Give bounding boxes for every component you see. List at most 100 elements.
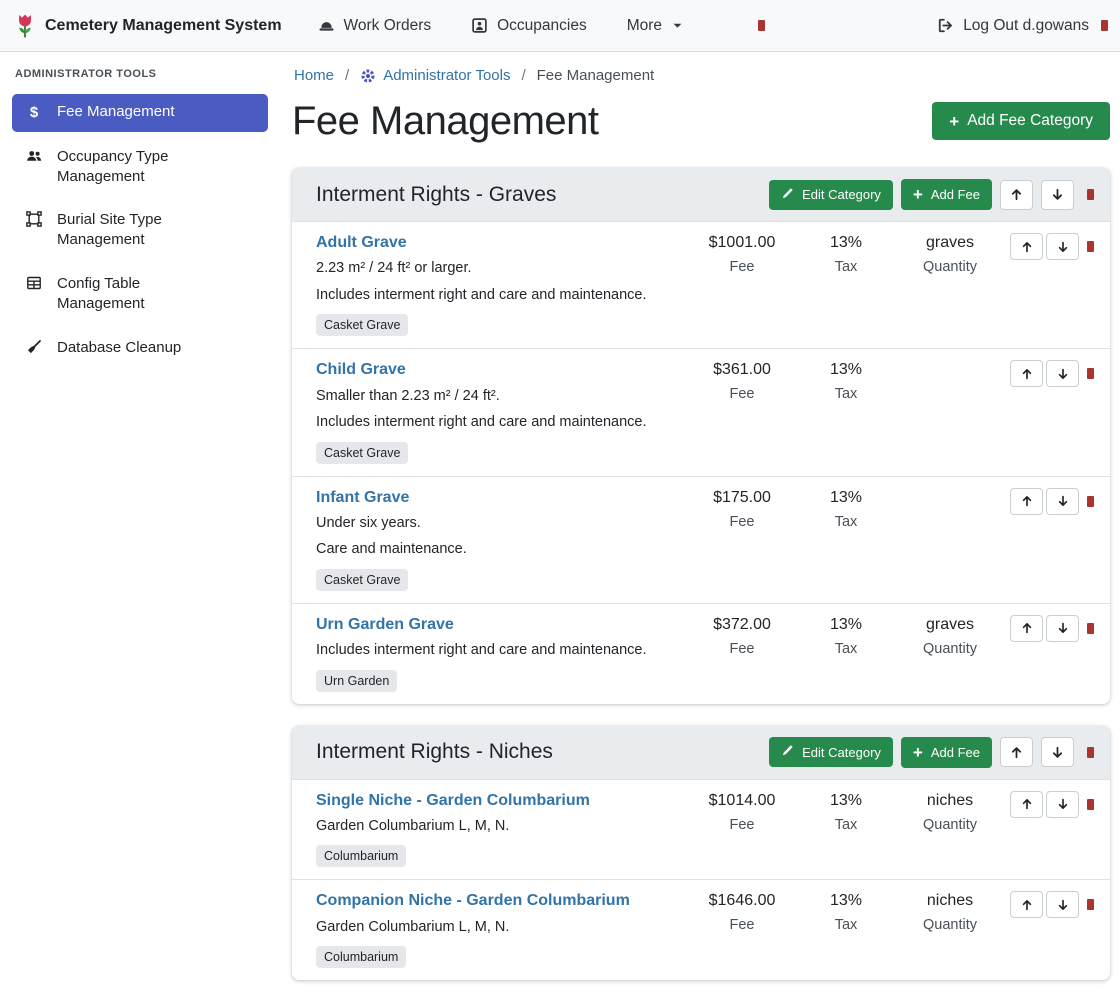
arrow-down-icon	[1056, 494, 1070, 508]
plus-icon: +	[949, 113, 959, 130]
move-fee-down-button[interactable]	[1046, 233, 1079, 260]
dollar-icon: $	[24, 103, 44, 123]
red-marker	[1087, 899, 1094, 910]
move-fee-up-button[interactable]	[1010, 360, 1043, 387]
move-fee-down-button[interactable]	[1046, 488, 1079, 515]
quantity-value: niches	[898, 892, 1002, 910]
plus-icon: +	[913, 744, 923, 761]
breadcrumb-admin-tools-link[interactable]: Administrator Tools	[360, 67, 510, 84]
tax-column: 13% Tax	[794, 488, 898, 530]
edit-category-button[interactable]: Edit Category	[769, 737, 893, 767]
move-category-down-button[interactable]	[1041, 737, 1074, 767]
sidebar-item-label: Burial Site Type Management	[57, 210, 224, 250]
sidebar: ADMINISTRATOR TOOLS $ Fee Management Occ…	[0, 52, 280, 373]
fee-description: Includes interment right and care and ma…	[316, 413, 690, 433]
sidebar-item-burial-site-type-management[interactable]: Burial Site Type Management	[12, 202, 268, 259]
fee-label: Fee	[690, 386, 794, 402]
fee-row: Adult Grave 2.23 m² / 24 ft² or larger. …	[292, 221, 1110, 348]
fee-column: $361.00 Fee	[690, 360, 794, 402]
broom-icon	[24, 339, 44, 355]
move-fee-up-button[interactable]	[1010, 233, 1043, 260]
arrow-up-icon	[1020, 240, 1034, 254]
navbar: Cemetery Management System Work Orders O…	[0, 0, 1120, 52]
category-header-actions: Edit Category + Add Fee	[769, 179, 1094, 210]
fee-label: Fee	[690, 514, 794, 530]
fee-info: Urn Garden Grave Includes interment righ…	[316, 615, 690, 692]
fee-amount: $361.00	[690, 361, 794, 379]
add-fee-label: Add Fee	[931, 745, 980, 760]
tax-value: 13%	[794, 792, 898, 810]
fee-name-link[interactable]: Infant Grave	[316, 488, 409, 507]
category-card: Interment Rights - Niches Edit Category …	[292, 726, 1110, 981]
nav-item-more[interactable]: More	[627, 17, 684, 35]
sidebar-item-label: Config Table Management	[57, 274, 224, 314]
move-fee-down-button[interactable]	[1046, 615, 1079, 642]
add-fee-button[interactable]: + Add Fee	[901, 179, 992, 210]
nav-item-work-orders[interactable]: Work Orders	[318, 17, 432, 35]
tulip-logo-icon	[14, 12, 36, 39]
fee-name-link[interactable]: Single Niche - Garden Columbarium	[316, 791, 590, 810]
breadcrumb-home-link[interactable]: Home	[294, 67, 334, 84]
move-fee-down-button[interactable]	[1046, 360, 1079, 387]
arrow-up-icon	[1020, 797, 1034, 811]
plus-icon: +	[913, 186, 923, 203]
tax-value: 13%	[794, 489, 898, 507]
brand[interactable]: Cemetery Management System	[14, 12, 282, 39]
page-title: Fee Management	[292, 98, 599, 144]
quantity-column: niches Quantity	[898, 791, 1002, 833]
fee-info: Child Grave Smaller than 2.23 m² / 24 ft…	[316, 360, 690, 463]
move-fee-up-button[interactable]	[1010, 488, 1043, 515]
move-category-up-button[interactable]	[1000, 737, 1033, 767]
arrow-down-icon	[1056, 367, 1070, 381]
fee-name-link[interactable]: Companion Niche - Garden Columbarium	[316, 891, 630, 910]
sidebar-item-config-table-management[interactable]: Config Table Management	[12, 266, 268, 323]
add-fee-button[interactable]: + Add Fee	[901, 737, 992, 768]
brand-title: Cemetery Management System	[45, 17, 282, 35]
fee-row-actions	[1002, 891, 1094, 918]
fee-name-link[interactable]: Child Grave	[316, 360, 406, 379]
tax-value: 13%	[794, 892, 898, 910]
arrow-up-icon	[1009, 745, 1024, 760]
logout-link[interactable]: Log Out d.gowans	[937, 17, 1089, 35]
arrow-up-icon	[1009, 187, 1024, 202]
quantity-label: Quantity	[898, 917, 1002, 933]
fee-row-actions	[1002, 791, 1094, 818]
tax-value: 13%	[794, 361, 898, 379]
move-fee-up-button[interactable]	[1010, 891, 1043, 918]
tax-label: Tax	[794, 386, 898, 402]
move-fee-down-button[interactable]	[1046, 791, 1079, 818]
red-marker	[1087, 799, 1094, 810]
fee-info: Infant Grave Under six years. Care and m…	[316, 488, 690, 591]
fee-badge: Casket Grave	[316, 314, 408, 336]
fee-row: Single Niche - Garden Columbarium Garden…	[292, 779, 1110, 880]
arrow-up-icon	[1020, 621, 1034, 635]
fee-badge: Urn Garden	[316, 670, 397, 692]
category-title: Interment Rights - Niches	[316, 740, 769, 764]
tax-label: Tax	[794, 641, 898, 657]
fee-description: Under six years.	[316, 514, 690, 534]
fee-column: $175.00 Fee	[690, 488, 794, 530]
sidebar-item-label: Fee Management	[57, 102, 175, 122]
nav-item-occupancies[interactable]: Occupancies	[471, 17, 587, 35]
fee-row: Companion Niche - Garden Columbarium Gar…	[292, 879, 1110, 980]
sidebar-item-occupancy-type-management[interactable]: Occupancy Type Management	[12, 139, 268, 196]
move-fee-up-button[interactable]	[1010, 615, 1043, 642]
pencil-icon	[781, 187, 794, 203]
move-fee-down-button[interactable]	[1046, 891, 1079, 918]
fee-name-link[interactable]: Urn Garden Grave	[316, 615, 454, 634]
add-fee-category-button[interactable]: + Add Fee Category	[932, 102, 1110, 140]
fee-description: Includes interment right and care and ma…	[316, 286, 690, 306]
tax-column: 13% Tax	[794, 615, 898, 657]
move-category-up-button[interactable]	[1000, 180, 1033, 210]
red-marker	[1087, 747, 1094, 758]
fee-label: Fee	[690, 917, 794, 933]
fee-name-link[interactable]: Adult Grave	[316, 233, 407, 252]
nav-item-label: Occupancies	[497, 17, 587, 35]
tax-label: Tax	[794, 917, 898, 933]
edit-category-button[interactable]: Edit Category	[769, 180, 893, 210]
sidebar-item-database-cleanup[interactable]: Database Cleanup	[12, 330, 268, 367]
sidebar-item-fee-management[interactable]: $ Fee Management	[12, 94, 268, 132]
move-category-down-button[interactable]	[1041, 180, 1074, 210]
move-fee-up-button[interactable]	[1010, 791, 1043, 818]
fee-row-actions	[1002, 488, 1094, 515]
